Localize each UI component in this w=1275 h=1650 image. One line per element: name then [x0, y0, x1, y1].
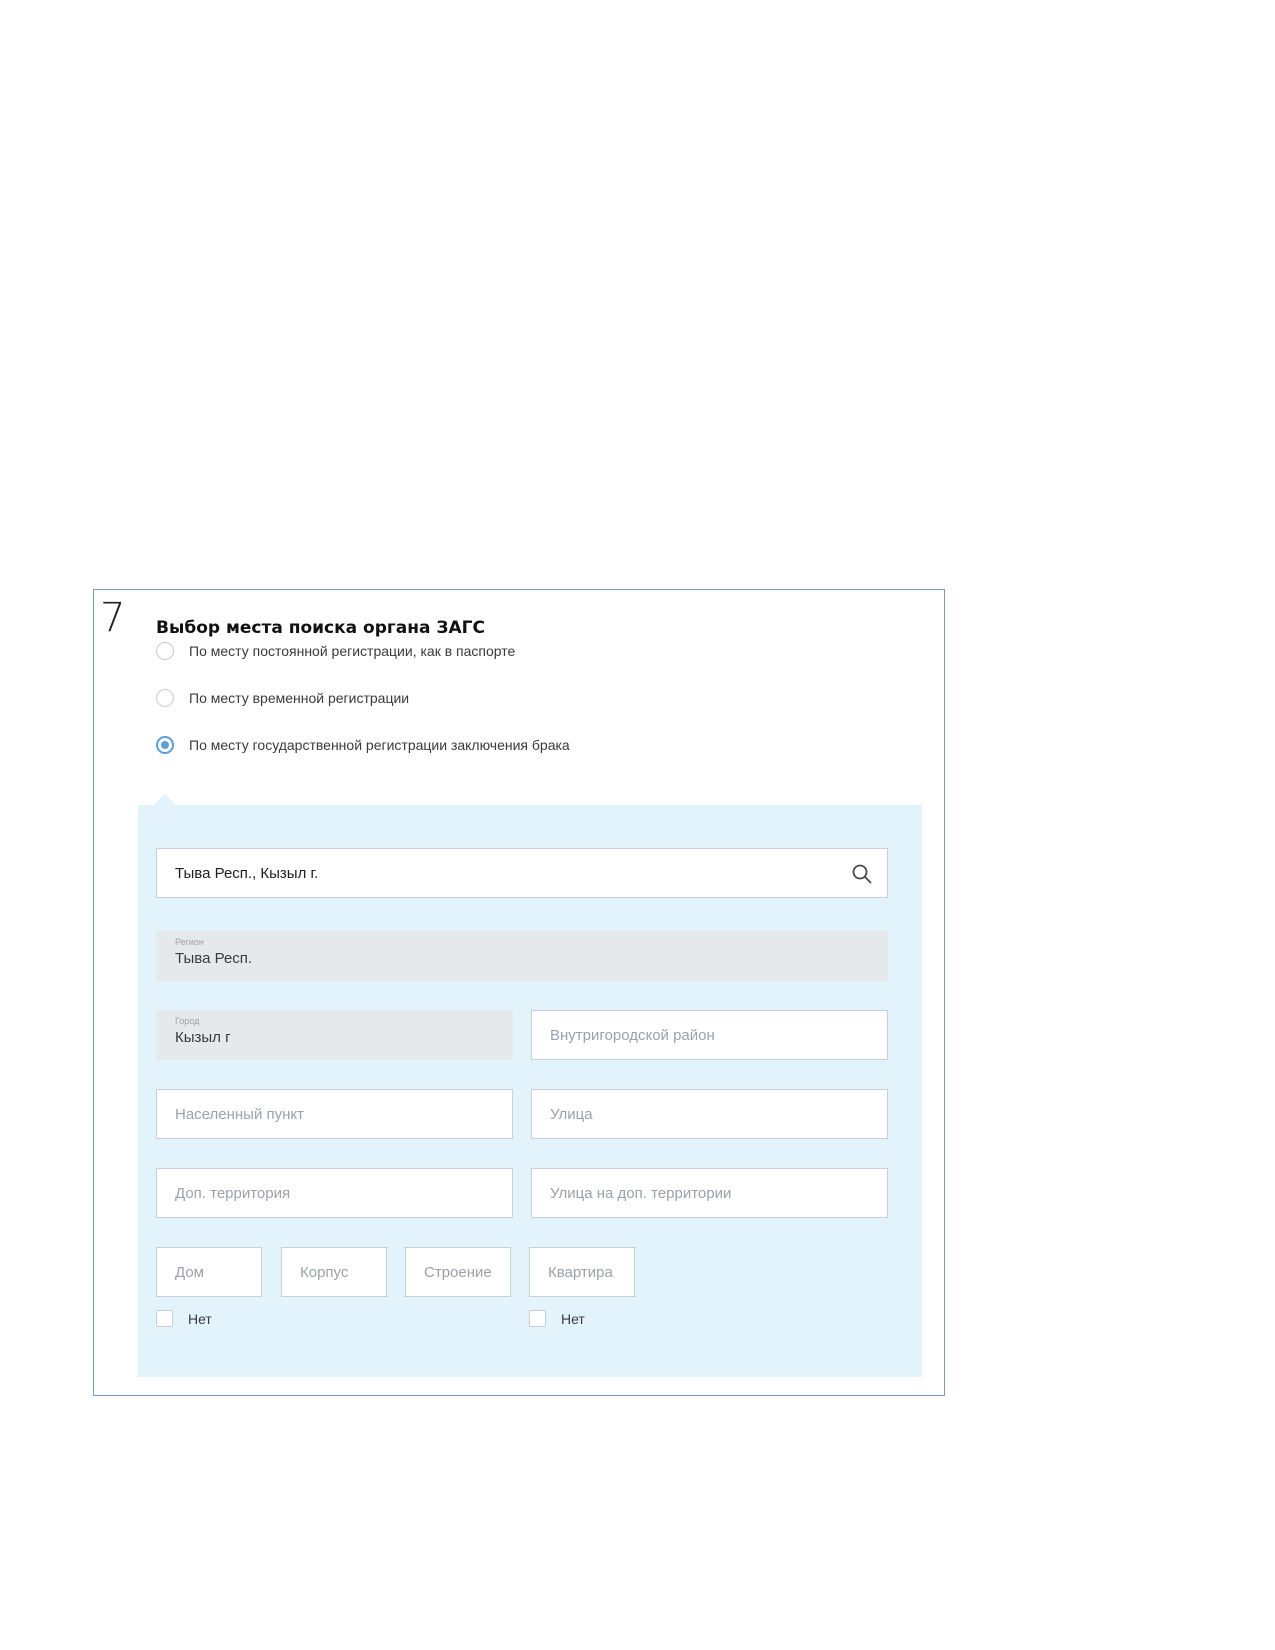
- section-title: Выбор места поиска органа ЗАГС: [156, 618, 485, 638]
- no-house-checkbox[interactable]: [156, 1310, 173, 1327]
- radio-marriage-registration[interactable]: По месту государственной регистрации зак…: [156, 736, 570, 754]
- house-placeholder: Дом: [175, 1264, 204, 1281]
- address-panel: Тыва Респ., Кызыл г. Регион Тыва Респ. Г…: [138, 805, 922, 1377]
- step-frame: 7 Выбор места поиска органа ЗАГС По мест…: [93, 589, 945, 1396]
- no-apartment-checkbox[interactable]: [529, 1310, 546, 1327]
- apartment-placeholder: Квартира: [548, 1264, 613, 1281]
- city-value: Кызыл г: [175, 1029, 231, 1046]
- building-input[interactable]: Корпус: [281, 1247, 387, 1297]
- radio-button[interactable]: [156, 689, 174, 707]
- step-number: 7: [100, 595, 126, 641]
- settlement-placeholder: Населенный пункт: [175, 1106, 305, 1123]
- no-apartment-label: Нет: [561, 1310, 585, 1327]
- extra-territory-input[interactable]: Доп. территория: [156, 1168, 513, 1218]
- structure-placeholder: Строение: [424, 1264, 492, 1281]
- radio-permanent-registration[interactable]: По месту постоянной регистрации, как в п…: [156, 642, 515, 660]
- radio-label: По месту постоянной регистрации, как в п…: [189, 643, 516, 659]
- no-house-label: Нет: [188, 1310, 212, 1327]
- extra-street-input[interactable]: Улица на доп. территории: [531, 1168, 888, 1218]
- apartment-input[interactable]: Квартира: [529, 1247, 635, 1297]
- district-input[interactable]: Внутригородской район: [531, 1010, 888, 1060]
- city-label: Город: [175, 1016, 200, 1026]
- settlement-input[interactable]: Населенный пункт: [156, 1089, 513, 1139]
- city-field: Город Кызыл г: [156, 1010, 513, 1060]
- radio-label: По месту государственной регистрации зак…: [189, 737, 570, 753]
- extra-territory-placeholder: Доп. территория: [175, 1185, 291, 1202]
- address-search-input[interactable]: Тыва Респ., Кызыл г.: [156, 848, 888, 898]
- street-placeholder: Улица: [550, 1106, 593, 1123]
- region-value: Тыва Респ.: [175, 950, 253, 967]
- radio-label: По месту временной регистрации: [189, 690, 410, 706]
- no-apartment-checkbox-row[interactable]: Нет: [529, 1310, 585, 1327]
- radio-button-selected[interactable]: [156, 736, 174, 754]
- region-label: Регион: [175, 937, 204, 947]
- no-house-checkbox-row[interactable]: Нет: [156, 1310, 212, 1327]
- panel-pointer: [154, 794, 176, 805]
- extra-street-placeholder: Улица на доп. территории: [550, 1185, 732, 1202]
- house-input[interactable]: Дом: [156, 1247, 262, 1297]
- district-placeholder: Внутригородской район: [550, 1027, 715, 1044]
- search-icon[interactable]: [851, 863, 873, 885]
- street-input[interactable]: Улица: [531, 1089, 888, 1139]
- structure-input[interactable]: Строение: [405, 1247, 511, 1297]
- address-search-value: Тыва Респ., Кызыл г.: [175, 865, 319, 882]
- radio-button[interactable]: [156, 642, 174, 660]
- radio-temporary-registration[interactable]: По месту временной регистрации: [156, 689, 409, 707]
- building-placeholder: Корпус: [300, 1264, 349, 1281]
- region-field: Регион Тыва Респ.: [156, 931, 888, 981]
